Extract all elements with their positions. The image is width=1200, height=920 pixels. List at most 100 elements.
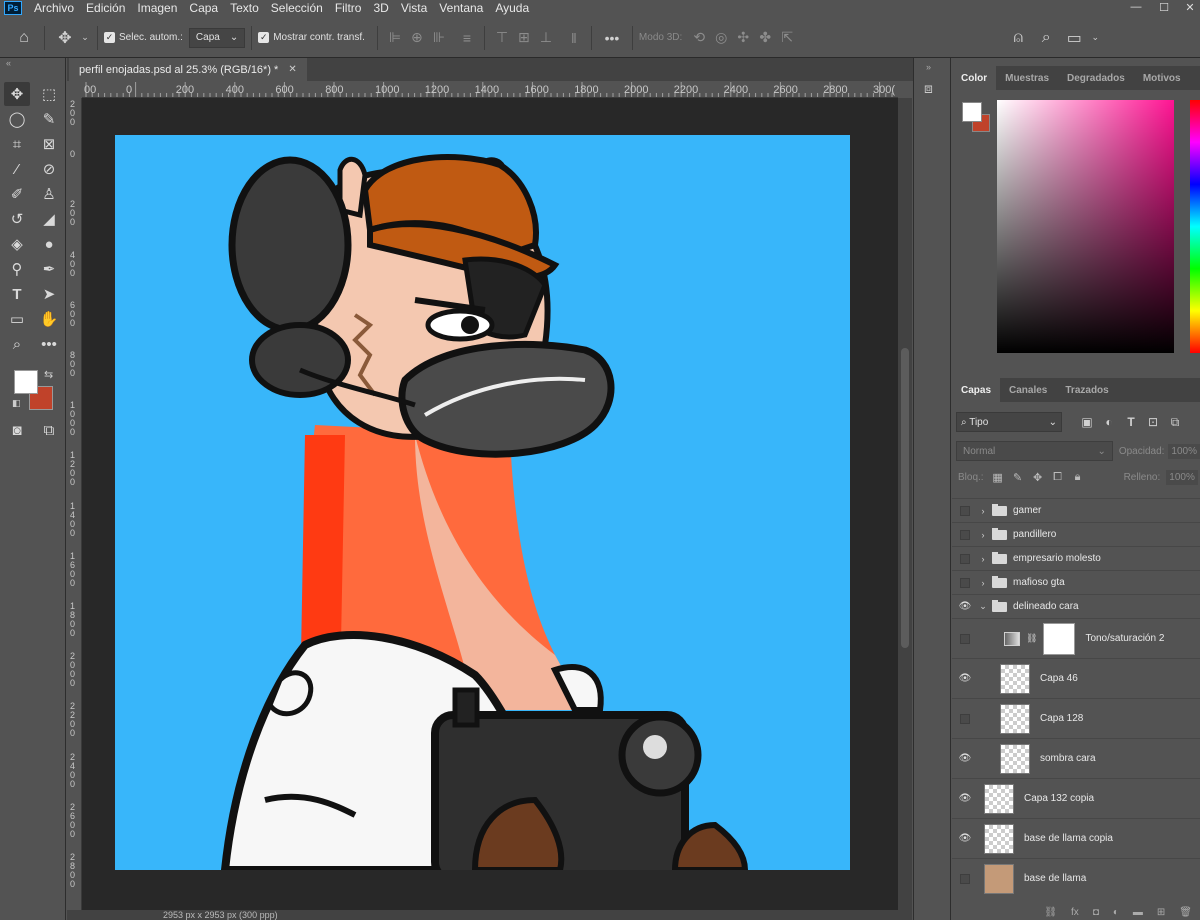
distribute-h-icon[interactable]: ≡ — [456, 27, 478, 49]
fill-value[interactable]: 100% — [1166, 469, 1198, 485]
scrollbar-thumb[interactable] — [901, 348, 909, 648]
move-tool-icon[interactable]: ✥ — [51, 24, 79, 52]
visibility-toggle[interactable] — [952, 699, 978, 738]
visibility-toggle[interactable] — [952, 499, 978, 522]
filter-pixel-icon[interactable]: ▣ — [1076, 412, 1098, 432]
paint-bucket-icon[interactable]: ◈ — [4, 232, 30, 256]
tab-layers[interactable]: Capas — [952, 378, 1001, 402]
tab-paths[interactable]: Trazados — [1056, 378, 1117, 402]
menu-3d[interactable]: 3D — [367, 0, 394, 16]
rectangle-tool-icon[interactable]: ▭ — [4, 307, 30, 331]
hue-slider[interactable] — [1190, 100, 1200, 353]
layer-row[interactable]: 👁︎ sombra cara — [952, 738, 1200, 778]
align-left-icon[interactable]: ⊫ — [384, 27, 406, 49]
maximize-icon[interactable]: ☐ — [1152, 0, 1176, 14]
tab-patterns[interactable]: Motivos — [1134, 66, 1190, 90]
filter-type-icon[interactable]: T — [1120, 412, 1142, 432]
pan-3d-icon[interactable]: ✣ — [732, 27, 754, 49]
collapse-icon[interactable]: « — [6, 58, 11, 68]
eyedropper-icon[interactable]: ⁄ — [4, 157, 30, 181]
link-icon[interactable]: ⛓︎ — [1026, 633, 1037, 644]
eye-icon[interactable]: 👁︎ — [952, 779, 978, 818]
tab-channels[interactable]: Canales — [1000, 378, 1056, 402]
distribute-v-icon[interactable]: ‖ — [563, 27, 585, 49]
user-share-icon[interactable]: ⍝ — [1004, 24, 1032, 52]
visibility-toggle[interactable] — [952, 619, 978, 658]
layer-row[interactable]: › pandillero — [952, 522, 1200, 546]
swap-colors-icon[interactable]: ⇆ — [44, 368, 53, 381]
menu-ayuda[interactable]: Ayuda — [489, 0, 535, 16]
slide-3d-icon[interactable]: ✤ — [754, 27, 776, 49]
move-tool-icon[interactable]: ✥ — [4, 82, 30, 106]
eye-icon[interactable]: 👁︎ — [952, 659, 978, 698]
document-tab[interactable]: perfil enojadas.psd al 25.3% (RGB/16*) *… — [69, 58, 307, 81]
vertical-scrollbar[interactable] — [898, 98, 912, 910]
align-center-h-icon[interactable]: ⊕ — [406, 27, 428, 49]
filter-shape-icon[interactable]: ⊡ — [1142, 412, 1164, 432]
minimize-icon[interactable]: — — [1124, 0, 1148, 14]
auto-select-dropdown[interactable]: Capa ⌄ — [188, 27, 246, 48]
patch-tool-icon[interactable]: ⊘ — [36, 157, 62, 181]
more-tools-icon[interactable]: ••• — [36, 332, 62, 356]
history-brush-icon[interactable]: ↺ — [4, 207, 30, 231]
default-colors-icon[interactable]: ◧ — [12, 398, 21, 409]
blur-tool-icon[interactable]: ● — [36, 232, 62, 256]
search-icon[interactable]: ⌕ — [1032, 24, 1060, 52]
layer-row[interactable]: › gamer — [952, 498, 1200, 522]
menu-filtro[interactable]: Filtro — [329, 0, 368, 16]
chevron-right-icon[interactable]: › — [978, 530, 988, 540]
path-select-icon[interactable]: ➤ — [36, 282, 62, 306]
chevron-down-icon[interactable]: ⌄ — [978, 601, 988, 612]
auto-select-checkbox[interactable]: ✓ — [104, 32, 115, 43]
roll-3d-icon[interactable]: ◎ — [710, 27, 732, 49]
layer-row[interactable]: Capa 128 — [952, 698, 1200, 738]
menu-edicion[interactable]: Edición — [80, 0, 131, 16]
menu-vista[interactable]: Vista — [395, 0, 433, 16]
visibility-toggle[interactable] — [952, 571, 978, 594]
visibility-toggle[interactable] — [952, 523, 978, 546]
zoom-tool-icon[interactable]: ⌕ — [4, 332, 30, 356]
layer-row[interactable]: 👁︎ Capa 132 copia — [952, 778, 1200, 818]
align-bottom-icon[interactable]: ⊥ — [535, 27, 557, 49]
screen-mode-icon[interactable]: ⧉ — [36, 418, 62, 442]
show-transform-checkbox[interactable]: ✓ — [258, 32, 270, 43]
dodge-tool-icon[interactable]: ⚲ — [4, 257, 30, 281]
tab-swatches[interactable]: Muestras — [996, 66, 1058, 90]
menu-imagen[interactable]: Imagen — [131, 0, 183, 16]
filter-smart-icon[interactable]: ⧉ — [1164, 412, 1186, 432]
lock-all-icon[interactable]: 🔒︎ — [1068, 471, 1088, 484]
close-tab-icon[interactable]: ✕ — [288, 64, 296, 75]
layer-row[interactable]: 👁︎ Capa 46 — [952, 658, 1200, 698]
layer-row[interactable]: ⛓︎ Tono/saturación 2 — [952, 618, 1200, 658]
quick-select-icon[interactable]: ✎ — [36, 107, 62, 131]
scale-3d-icon[interactable]: ⇱ — [776, 27, 798, 49]
visibility-toggle[interactable] — [952, 547, 978, 570]
more-options-icon[interactable]: ••• — [598, 24, 626, 52]
visibility-toggle[interactable] — [952, 859, 978, 898]
history-panel-icon[interactable]: ⧈ — [924, 80, 933, 97]
align-right-icon[interactable]: ⊪ — [428, 27, 450, 49]
layer-row[interactable]: 👁︎ base de llama copia — [952, 818, 1200, 858]
tab-color[interactable]: Color — [952, 66, 997, 90]
menu-capa[interactable]: Capa — [183, 0, 224, 16]
eye-icon[interactable]: 👁︎ — [952, 739, 978, 778]
menu-seleccion[interactable]: Selección — [265, 0, 329, 16]
foreground-color-chip[interactable] — [962, 102, 982, 122]
layer-row[interactable]: › empresario molesto — [952, 546, 1200, 570]
eye-icon[interactable]: 👁︎ — [952, 819, 978, 858]
frame-tool-icon[interactable]: ⊠ — [36, 132, 62, 156]
close-icon[interactable]: ✕ — [1178, 0, 1200, 14]
stamp-tool-icon[interactable]: ♙ — [36, 182, 62, 206]
new-adjustment-icon[interactable]: ◐ — [1113, 907, 1119, 918]
link-layers-icon[interactable]: ⛓︎ — [1044, 907, 1057, 918]
chevron-down-icon[interactable]: ⌄ — [79, 24, 91, 52]
lock-artboard-icon[interactable]: ⧠ — [1048, 471, 1068, 484]
foreground-color-swatch[interactable] — [14, 370, 38, 394]
layer-mask-thumbnail[interactable] — [1043, 622, 1076, 655]
opacity-value[interactable]: 100% — [1168, 443, 1200, 459]
chevron-right-icon[interactable]: › — [978, 578, 988, 588]
new-group-icon[interactable]: ▬ — [1133, 907, 1143, 918]
layer-row[interactable]: base de llama — [952, 858, 1200, 898]
quick-mask-icon[interactable]: ◙ — [4, 418, 30, 442]
filter-adjustment-icon[interactable]: ◐ — [1098, 412, 1120, 432]
